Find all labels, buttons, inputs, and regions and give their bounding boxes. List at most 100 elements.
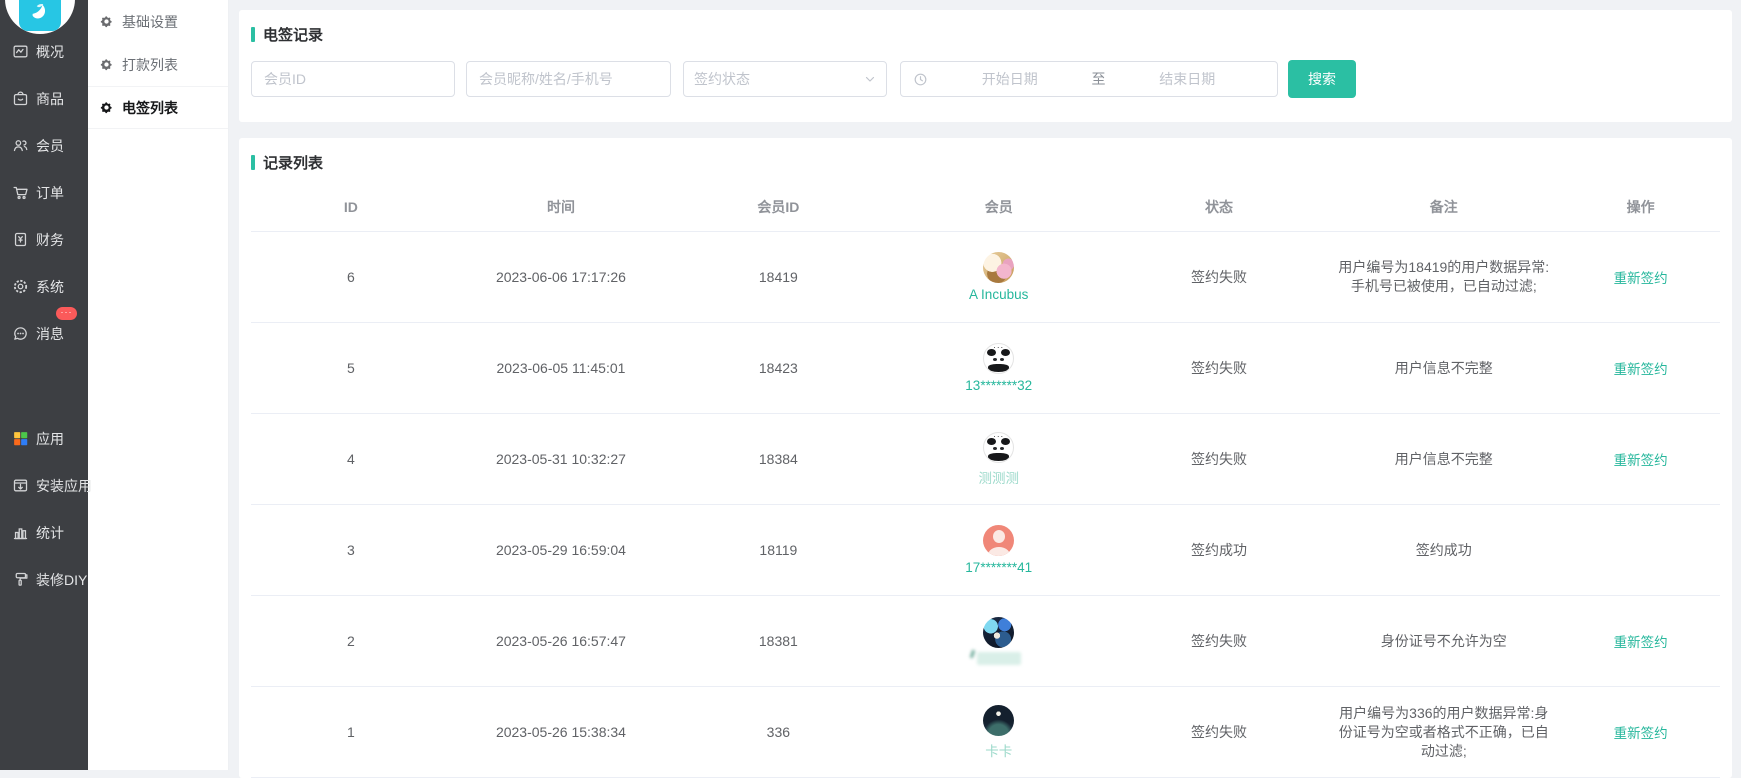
- date-range-picker[interactable]: 开始日期 至 结束日期: [900, 61, 1278, 97]
- table-row: 6 2023-06-06 17:17:26 18419 A Incubus 签约…: [251, 232, 1720, 323]
- records-table: ID 时间 会员ID 会员 状态 备注 操作 6 2023-06-06 17:1…: [251, 182, 1720, 778]
- sidebar-item-label: 应用: [36, 429, 64, 449]
- re-sign-link[interactable]: 重新签约: [1614, 722, 1668, 742]
- message-icon: [12, 325, 29, 342]
- cell-time: 2023-06-06 17:17:26: [451, 269, 671, 285]
- cell-status: 签约失败: [1112, 449, 1326, 469]
- col-header-member-id: 会员ID: [671, 197, 885, 217]
- re-sign-link[interactable]: 重新签约: [1614, 267, 1668, 287]
- cell-remark: 用户编号为18419的用户数据异常: 手机号已被使用，已自动过滤;: [1326, 258, 1561, 296]
- col-header-id: ID: [251, 199, 451, 215]
- primary-sidebar: 概况 商品 会员 订单 财务 系统 消息 ··· 应: [0, 0, 88, 770]
- member-id-input[interactable]: [251, 61, 455, 97]
- cell-id: 5: [251, 360, 451, 376]
- table-row: 3 2023-05-29 16:59:04 18119 17*******41 …: [251, 505, 1720, 596]
- sidebar-item-stats[interactable]: 统计: [0, 509, 88, 556]
- table-row: 5 2023-06-05 11:45:01 18423 ··· 13******…: [251, 323, 1720, 414]
- cell-member: ··· 测测测: [886, 432, 1112, 487]
- cell-member-id: 18423: [671, 360, 885, 376]
- member-name-link[interactable]: 测测测: [978, 467, 1019, 487]
- main-content: 电签记录 签约状态 开始日期 至 结束日期 搜索 记录列表 ID: [229, 0, 1741, 770]
- member-name-link[interactable]: A Incubus: [969, 287, 1028, 302]
- col-header-status: 状态: [1112, 197, 1326, 217]
- cell-member-id: 18119: [671, 542, 885, 558]
- search-button[interactable]: 搜索: [1288, 60, 1356, 98]
- sidebar-item-label: 商品: [36, 89, 64, 109]
- page-title: 电签记录: [263, 24, 323, 45]
- gear-icon: [100, 58, 113, 71]
- cell-time: 2023-05-26 15:38:34: [451, 724, 671, 740]
- member-name-link[interactable]: 13*******32: [965, 378, 1032, 393]
- sidebar-item-goods[interactable]: 商品: [0, 75, 88, 122]
- table-row: 2 2023-05-26 16:57:47 18381 签约失败 身份证号不允许…: [251, 596, 1720, 687]
- sidebar-item-orders[interactable]: 订单: [0, 169, 88, 216]
- cell-remark: 签约成功: [1326, 541, 1561, 560]
- re-sign-link[interactable]: 重新签约: [1614, 449, 1668, 469]
- table-row: 4 2023-05-31 10:32:27 18384 ··· 测测测 签约失败…: [251, 414, 1720, 505]
- cell-member-id: 18419: [671, 269, 885, 285]
- sidebar-item-finance[interactable]: 财务: [0, 216, 88, 263]
- sidebar-item-label: 财务: [36, 230, 64, 250]
- main-nav-upper: 概况 商品 会员 订单 财务 系统 消息 ···: [0, 28, 88, 357]
- member-name-link[interactable]: 17*******41: [965, 560, 1032, 575]
- message-badge: ···: [56, 307, 77, 320]
- panda-meme-avatar: ···: [983, 432, 1014, 463]
- cell-remark: 用户编号为336的用户数据异常:身 份证号为空或者格式不正确，已自 动过滤;: [1326, 704, 1561, 761]
- select-placeholder: 签约状态: [694, 69, 864, 89]
- date-range-separator: 至: [1088, 69, 1110, 89]
- sidebar-item-label: 统计: [36, 523, 64, 543]
- cell-member: A Incubus: [886, 252, 1112, 302]
- cell-member: 卡卡: [886, 705, 1112, 760]
- sidebar-item-decorate-diy[interactable]: 装修DIY: [0, 556, 88, 603]
- sidebar-item-label: 消息: [36, 324, 64, 344]
- member-name-redacted[interactable]: [977, 652, 1021, 665]
- re-sign-link[interactable]: 重新签约: [1614, 358, 1668, 378]
- table-header-row: ID 时间 会员ID 会员 状态 备注 操作: [251, 182, 1720, 232]
- col-header-action: 操作: [1561, 197, 1720, 217]
- cell-remark: 身份证号不允许为空: [1326, 632, 1561, 651]
- member-name-input[interactable]: [466, 61, 671, 97]
- sidebar-item-apps[interactable]: 应用: [0, 415, 88, 462]
- sidebar-item-label: 会员: [36, 136, 64, 156]
- cell-time: 2023-06-05 11:45:01: [451, 360, 671, 376]
- submenu-item-label: 基础设置: [122, 12, 178, 32]
- panda-meme-avatar: ···: [983, 343, 1014, 374]
- submenu-item-esign-list[interactable]: 电签列表: [88, 86, 228, 129]
- submenu-item-payment-list[interactable]: 打款列表: [88, 43, 228, 86]
- re-sign-link[interactable]: 重新签约: [1614, 631, 1668, 651]
- sidebar-item-label: 概况: [36, 42, 64, 62]
- cell-time: 2023-05-29 16:59:04: [451, 542, 671, 558]
- cell-remark: 用户信息不完整: [1326, 450, 1561, 469]
- cell-status: 签约失败: [1112, 267, 1326, 287]
- cell-member: 17*******41: [886, 525, 1112, 575]
- col-header-member: 会员: [886, 197, 1112, 217]
- end-date-placeholder: 结束日期: [1110, 69, 1266, 89]
- cell-member-id: 18384: [671, 451, 885, 467]
- member-name-link[interactable]: 卡卡: [985, 740, 1012, 760]
- apps-icon: [12, 430, 29, 447]
- cell-member-id: 18381: [671, 633, 885, 649]
- submenu-item-basic-settings[interactable]: 基础设置: [88, 0, 228, 43]
- sidebar-item-label: 订单: [36, 183, 64, 203]
- main-nav-lower: 应用 安装应用 统计 装修DIY: [0, 415, 88, 603]
- dog-photo-avatar: [983, 252, 1014, 283]
- sidebar-item-members[interactable]: 会员: [0, 122, 88, 169]
- install-app-icon: [12, 477, 29, 494]
- cell-time: 2023-05-26 16:57:47: [451, 633, 671, 649]
- default-person-avatar: [983, 525, 1014, 556]
- members-icon: [12, 137, 29, 154]
- cell-id: 2: [251, 633, 451, 649]
- galaxy-photo-avatar: [983, 617, 1014, 648]
- cell-status: 签约成功: [1112, 540, 1326, 560]
- sign-status-select[interactable]: 签约状态: [683, 61, 887, 97]
- night-photo-avatar: [983, 705, 1014, 736]
- sidebar-item-overview[interactable]: 概况: [0, 28, 88, 75]
- sidebar-item-messages[interactable]: 消息 ···: [0, 310, 88, 357]
- finance-icon: [12, 231, 29, 248]
- sidebar-item-install-app[interactable]: 安装应用: [0, 462, 88, 509]
- overview-icon: [12, 43, 29, 60]
- submenu-item-label: 打款列表: [122, 55, 178, 75]
- decorate-diy-icon: [12, 571, 29, 588]
- sidebar-item-system[interactable]: 系统: [0, 263, 88, 310]
- cell-id: 6: [251, 269, 451, 285]
